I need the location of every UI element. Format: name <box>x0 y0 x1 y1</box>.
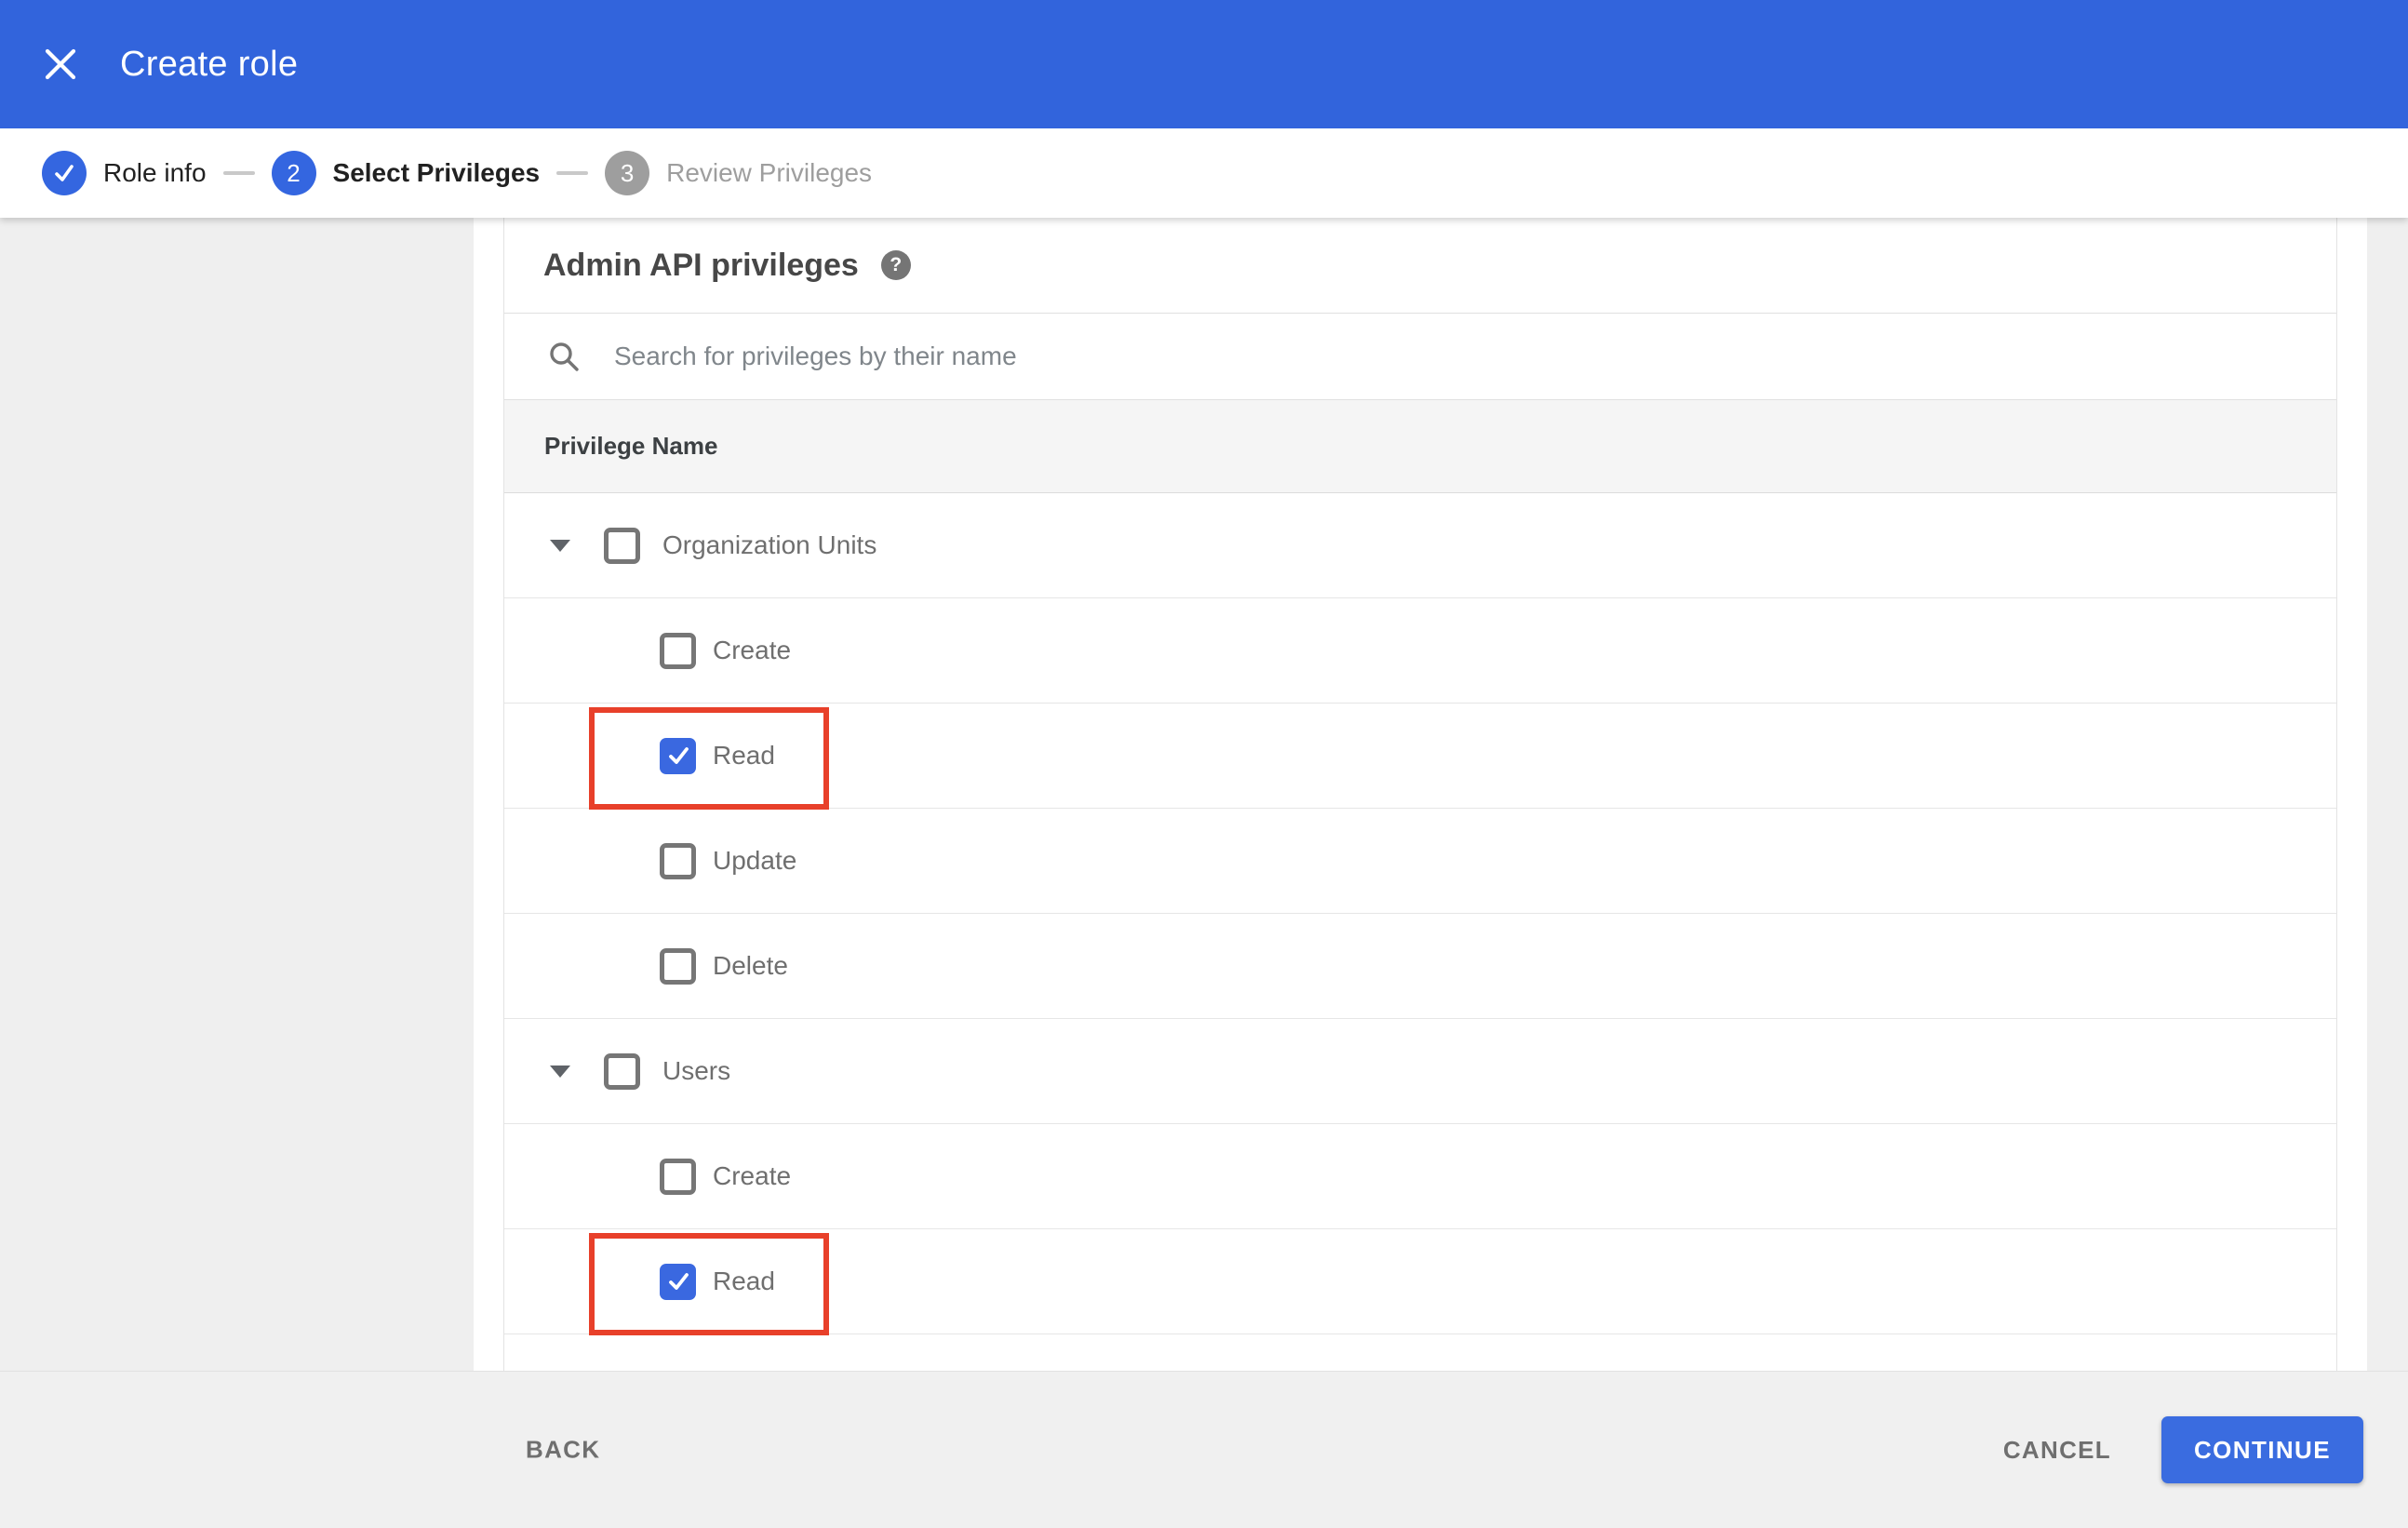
privilege-label: Read <box>713 1267 775 1295</box>
column-header: Privilege Name <box>544 432 718 460</box>
step-select-privileges[interactable]: 2 Select Privileges <box>271 151 541 195</box>
search-icon <box>547 340 581 373</box>
close-icon <box>45 48 76 80</box>
step-connector <box>556 171 589 175</box>
step-label: Review Privileges <box>666 158 873 187</box>
checkbox-organization-units[interactable] <box>604 527 640 564</box>
wizard-stepper: Role info 2 Select Privileges 3 Review P… <box>0 128 2408 218</box>
checkbox-orgunits-read[interactable] <box>660 737 696 774</box>
footer-actions: CANCEL CONTINUE <box>2003 1416 2363 1483</box>
step-number-badge: 2 <box>271 151 316 195</box>
step-role-info[interactable]: Role info <box>42 151 207 195</box>
privilege-label: Create <box>713 1161 792 1190</box>
search-input[interactable] <box>612 341 1919 372</box>
dialog-header: Create role <box>0 0 2408 128</box>
section-title: Admin API privileges <box>543 247 859 283</box>
privilege-row: Create <box>504 598 2336 704</box>
checkbox-users-create[interactable] <box>660 1158 696 1195</box>
privilege-row: Update <box>504 809 2336 914</box>
privileges-panel: Admin API privileges ? Privilege Name <box>474 218 2367 1371</box>
privilege-row: Delete <box>504 914 2336 1019</box>
privilege-label: Update <box>713 846 797 875</box>
privilege-row-clipped <box>504 1334 2336 1371</box>
annotation-highlight-box <box>589 1233 829 1335</box>
step-number-badge: 3 <box>605 151 650 195</box>
privilege-label: Delete <box>713 951 788 980</box>
annotation-highlight-box <box>589 707 829 810</box>
search-row <box>504 314 2336 400</box>
cancel-button[interactable]: CANCEL <box>2003 1436 2111 1465</box>
privilege-label: Read <box>713 741 775 770</box>
section-title-row: Admin API privileges ? <box>504 218 2336 314</box>
checkbox-users-read[interactable] <box>660 1263 696 1300</box>
privilege-label: Create <box>713 636 792 664</box>
privilege-label: Organization Units <box>662 530 877 559</box>
dialog-footer: BACK CANCEL CONTINUE <box>0 1371 2408 1528</box>
privilege-row: Read <box>504 1229 2336 1335</box>
table-header-row: Privilege Name <box>504 400 2336 493</box>
step-complete-icon <box>42 151 87 195</box>
continue-button[interactable]: CONTINUE <box>2161 1416 2363 1483</box>
checkbox-users[interactable] <box>604 1052 640 1090</box>
create-role-dialog: Create role Role info 2 Select Privilege… <box>0 0 2408 1528</box>
checkbox-orgunits-create[interactable] <box>660 632 696 669</box>
step-connector <box>222 171 255 175</box>
checkbox-orgunits-update[interactable] <box>660 842 696 879</box>
collapse-triangle-icon[interactable] <box>550 539 570 552</box>
page-title: Create role <box>120 44 299 84</box>
privilege-label: Users <box>662 1056 731 1085</box>
close-button[interactable] <box>42 46 79 83</box>
help-icon[interactable]: ? <box>880 250 911 280</box>
step-review-privileges[interactable]: 3 Review Privileges <box>605 151 872 195</box>
collapse-triangle-icon[interactable] <box>550 1065 570 1078</box>
privileges-table: Admin API privileges ? Privilege Name <box>503 218 2337 1371</box>
back-button[interactable]: BACK <box>526 1436 600 1465</box>
privilege-row: Create <box>504 1124 2336 1229</box>
main-area: Admin API privileges ? Privilege Name <box>0 218 2408 1371</box>
privilege-row: Read <box>504 704 2336 810</box>
step-label: Role info <box>103 158 207 187</box>
privilege-group-row: Users <box>504 1019 2336 1124</box>
step-label: Select Privileges <box>332 158 541 187</box>
privilege-group-row: Organization Units <box>504 493 2336 598</box>
checkbox-orgunits-delete[interactable] <box>660 947 696 985</box>
